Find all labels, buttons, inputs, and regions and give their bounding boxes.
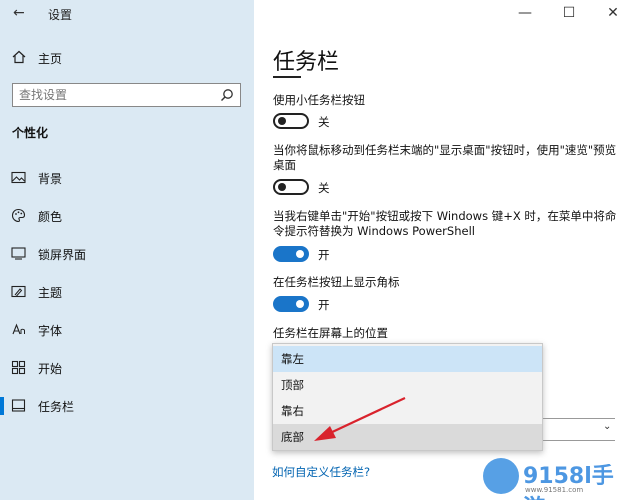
toggle-knob bbox=[296, 300, 304, 308]
toggle-state-label: 开 bbox=[318, 298, 330, 312]
start-icon bbox=[11, 360, 26, 375]
picture-icon bbox=[11, 171, 26, 184]
sidebar-item-label: 颜色 bbox=[38, 210, 63, 224]
setting-small-buttons-label: 使用小任务栏按钮 bbox=[273, 93, 365, 107]
watermark-icon bbox=[483, 458, 519, 494]
sidebar-item-label: 主题 bbox=[38, 286, 63, 300]
combobox-edge-top bbox=[543, 418, 615, 419]
title-underline bbox=[273, 76, 301, 78]
sidebar-item-lock-screen[interactable]: 锁屏界面 bbox=[0, 241, 254, 267]
sidebar-item-colors[interactable]: 颜色 bbox=[0, 203, 254, 229]
toggle-state-label: 关 bbox=[318, 115, 330, 129]
taskbar-position-label: 任务栏在屏幕上的位置 bbox=[273, 326, 388, 340]
theme-icon bbox=[11, 285, 26, 298]
sidebar-item-label: 锁屏界面 bbox=[38, 248, 87, 262]
palette-icon bbox=[11, 208, 26, 223]
back-arrow-icon[interactable]: ← bbox=[13, 5, 29, 21]
dropdown-option-left[interactable]: 靠左 bbox=[273, 346, 542, 372]
lock-screen-icon bbox=[11, 247, 26, 260]
minimize-icon[interactable]: — bbox=[515, 3, 535, 23]
watermark-url: www.91581.com bbox=[525, 486, 584, 494]
close-icon[interactable]: ✕ bbox=[603, 3, 623, 23]
annotation-arrow-icon bbox=[314, 397, 406, 441]
search-icon[interactable] bbox=[220, 88, 234, 102]
home-label: 主页 bbox=[38, 52, 63, 66]
toggle-knob bbox=[296, 250, 304, 258]
powershell-toggle[interactable] bbox=[273, 246, 309, 262]
sidebar-item-label: 开始 bbox=[38, 362, 63, 376]
watermark-logo: 9158l手游 www.91581.com bbox=[483, 456, 631, 500]
setting-powershell-label: 当我右键单击"开始"按钮或按下 Windows 键+X 时，在菜单中将命令提示符… bbox=[273, 209, 617, 238]
chevron-down-icon[interactable]: ⌄ bbox=[603, 421, 611, 432]
sidebar-item-label: 背景 bbox=[38, 172, 63, 186]
toggle-knob bbox=[278, 117, 286, 125]
home-nav[interactable]: 主页 bbox=[0, 47, 254, 69]
window-controls: — ☐ ✕ bbox=[503, 0, 633, 28]
sidebar-item-label: 任务栏 bbox=[38, 400, 75, 414]
badges-toggle[interactable] bbox=[273, 296, 309, 312]
toggle-state-label: 关 bbox=[318, 181, 330, 195]
page-title: 任务栏 bbox=[273, 50, 340, 75]
sidebar-item-background[interactable]: 背景 bbox=[0, 165, 254, 191]
sidebar-item-themes[interactable]: 主题 bbox=[0, 279, 254, 305]
active-indicator bbox=[0, 397, 4, 415]
app-title: 设置 bbox=[48, 8, 73, 22]
search-box[interactable] bbox=[12, 83, 241, 107]
sidebar-item-start[interactable]: 开始 bbox=[0, 355, 254, 381]
toggle-knob bbox=[278, 183, 286, 191]
font-icon bbox=[12, 323, 25, 335]
sidebar-item-label: 字体 bbox=[38, 324, 63, 338]
combobox-edge-bottom bbox=[543, 440, 615, 441]
peek-toggle[interactable] bbox=[273, 179, 309, 195]
home-icon bbox=[12, 50, 26, 64]
sidebar-item-taskbar[interactable]: 任务栏 bbox=[0, 393, 254, 419]
small-buttons-toggle[interactable] bbox=[273, 113, 309, 129]
taskbar-icon bbox=[11, 399, 26, 412]
search-input[interactable] bbox=[13, 84, 213, 106]
sidebar-item-fonts[interactable]: 字体 bbox=[0, 317, 254, 343]
sidebar: ← 设置 主页 个性化 背景 颜色 锁屏界面 bbox=[0, 0, 254, 500]
toggle-state-label: 开 bbox=[318, 248, 330, 262]
titlebar-left: ← 设置 bbox=[0, 0, 254, 28]
setting-peek-label: 当你将鼠标移动到任务栏末端的"显示桌面"按钮时，使用"速览"预览桌面 bbox=[273, 143, 617, 172]
maximize-icon[interactable]: ☐ bbox=[559, 3, 579, 23]
section-title: 个性化 bbox=[12, 126, 49, 140]
help-link[interactable]: 如何自定义任务栏? bbox=[272, 464, 370, 480]
setting-badges-label: 在任务栏按钮上显示角标 bbox=[273, 275, 400, 289]
